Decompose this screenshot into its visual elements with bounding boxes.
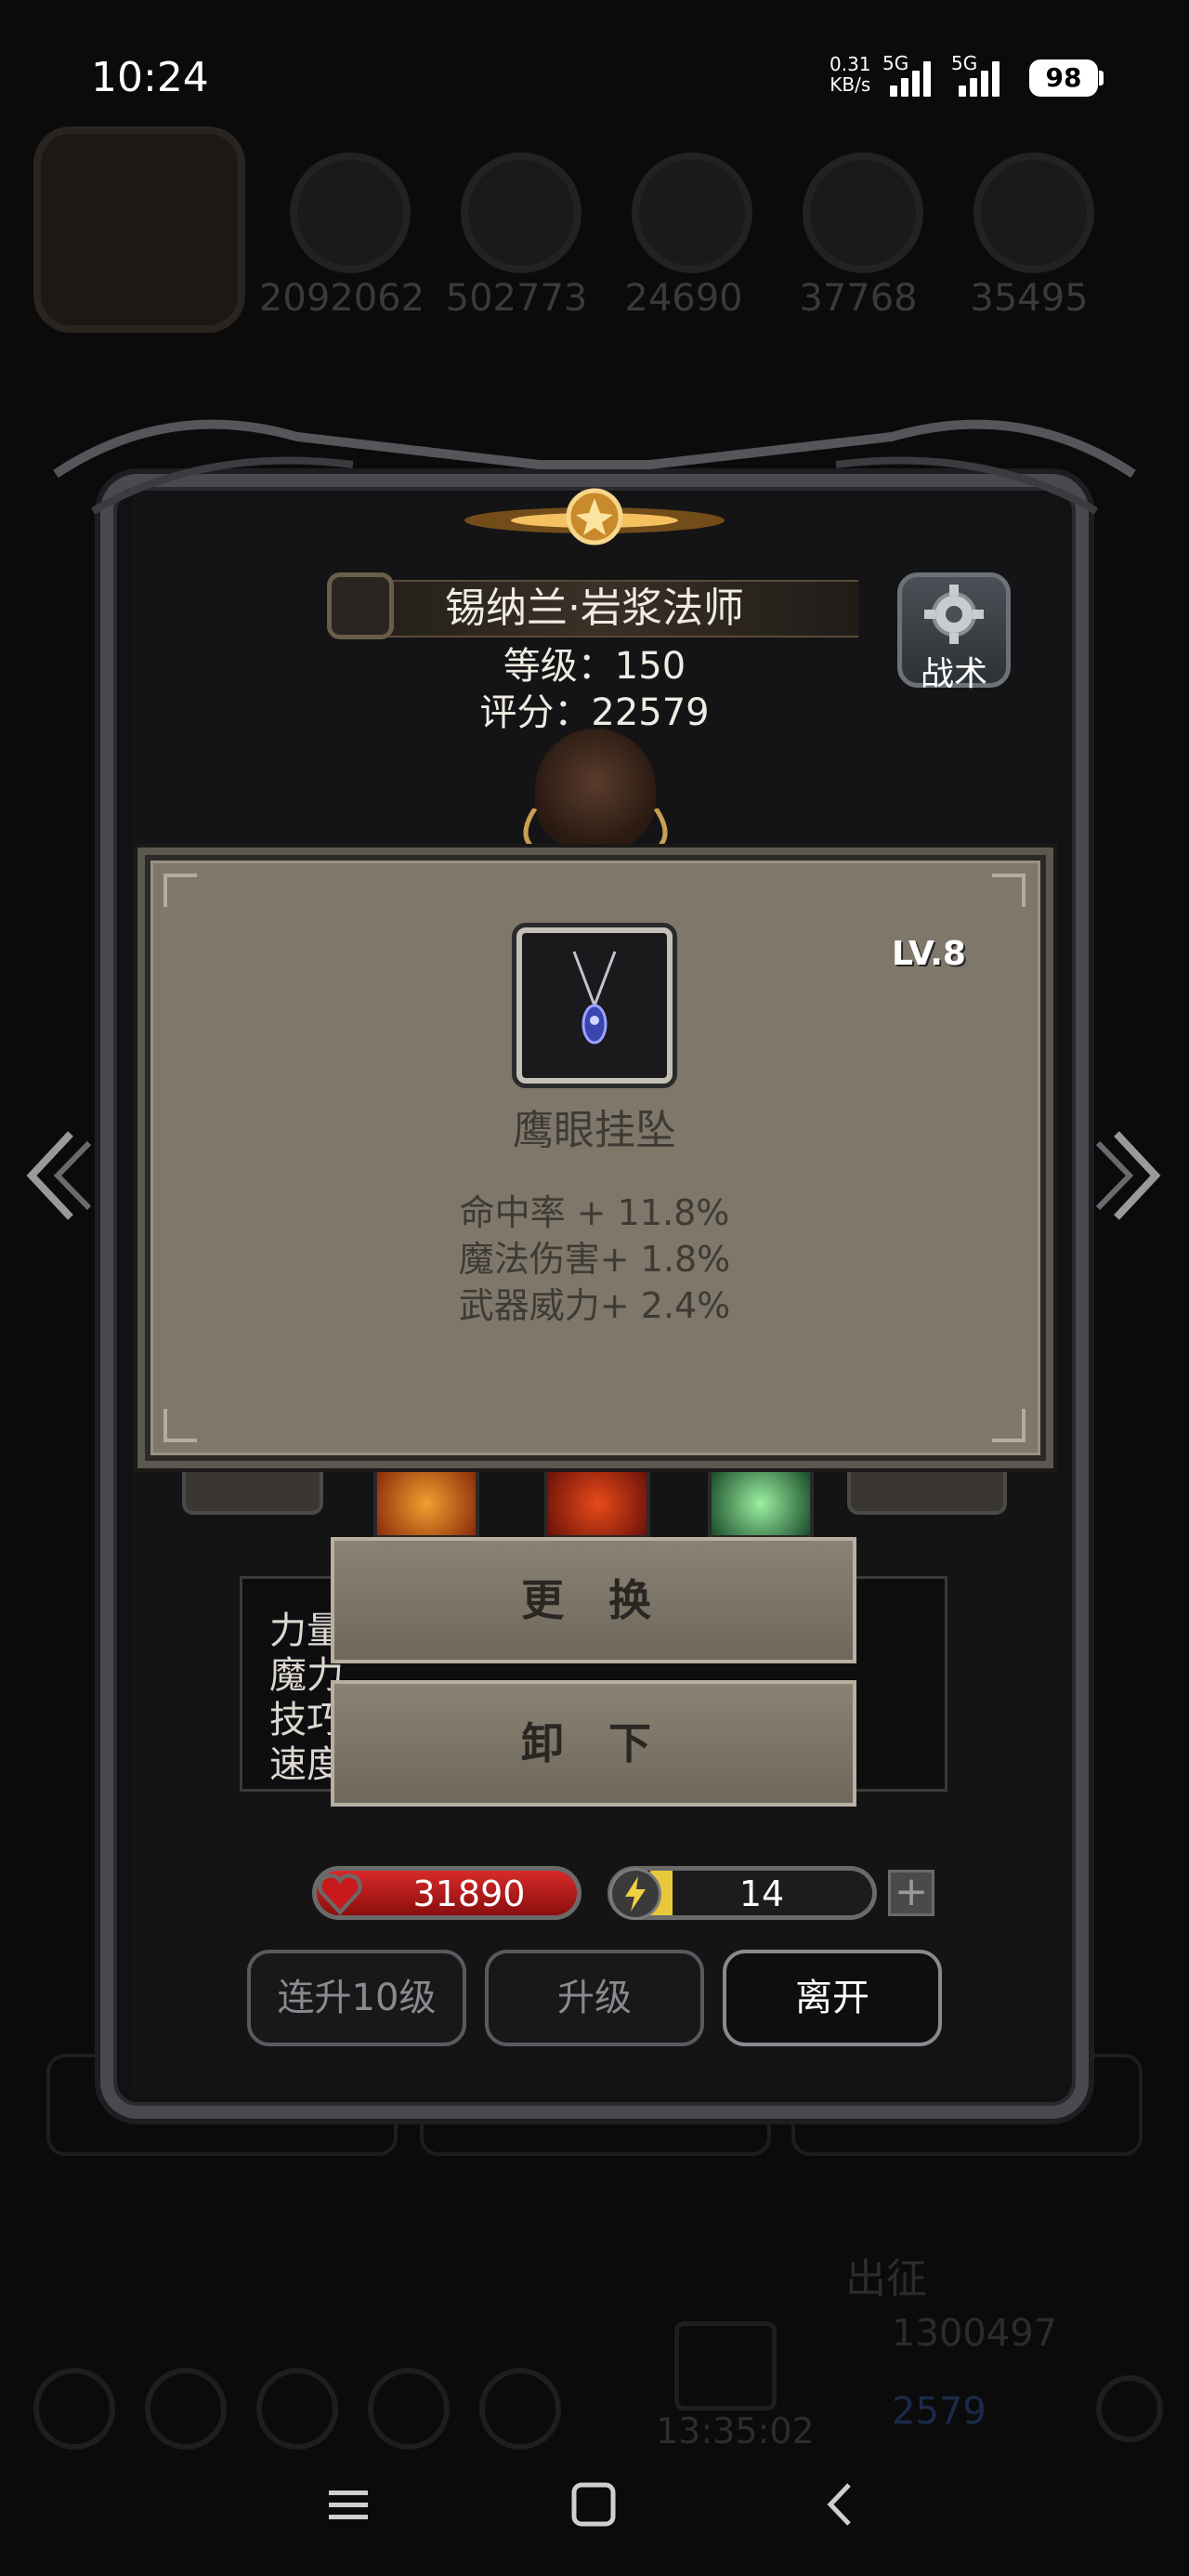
tactics-label: 战术 (920, 655, 987, 693)
resource-icon-3 (632, 152, 752, 273)
popup-corner (163, 874, 197, 907)
hp-value: 31890 (412, 1873, 526, 1914)
expedition-label: 出征 (845, 2255, 927, 2303)
next-hero-arrow-icon[interactable] (1096, 1124, 1170, 1227)
item-icon-frame (516, 927, 673, 1084)
hero-name: 锡纳兰·岩浆法师 (445, 585, 744, 632)
network-speed-value: 0.31 (830, 53, 871, 75)
attribute-side-tab (847, 1461, 1007, 1515)
upgrade-button[interactable]: 升级 (485, 1950, 704, 2046)
add-energy-button[interactable]: + (888, 1870, 934, 1916)
bg-menu-icon-4 (368, 2368, 450, 2450)
resource-count: 37768 (799, 277, 918, 320)
resource-icon-2 (461, 152, 581, 273)
network-speed: 0.31 KB/s (830, 54, 871, 95)
unequip-button[interactable]: 卸 下 (331, 1680, 856, 1807)
item-stat-weapon-power: 武器威力+ 2.4% (458, 1285, 731, 1326)
item-stat-magic-damage: 魔法伤害+ 1.8% (458, 1239, 731, 1280)
bg-menu-icon-2 (145, 2368, 227, 2450)
energy-value: 14 (738, 1873, 785, 1914)
skill-icon-fire-2[interactable] (544, 1468, 650, 1539)
resource-count: 502773 (445, 277, 588, 320)
crest-emblem (464, 488, 725, 545)
bg-menu-icon-3 (256, 2368, 338, 2450)
expedition-gold: 1300497 (892, 2312, 1058, 2355)
expedition-timer: 13:35:02 (656, 2411, 815, 2451)
status-time: 10:24 (91, 54, 209, 101)
popup-corner (992, 1409, 1026, 1442)
menu-icon[interactable] (325, 2481, 372, 2528)
upgrade-10-button[interactable]: 连升10级 (247, 1950, 466, 2046)
battery-indicator: 98 (1029, 59, 1104, 97)
resource-count: 24690 (624, 277, 743, 320)
skill-icon-nature[interactable] (708, 1468, 814, 1539)
home-icon[interactable] (570, 2481, 617, 2528)
heart-icon (318, 1873, 362, 1915)
lightning-icon (609, 1868, 661, 1920)
resource-count: 2092062 (258, 277, 425, 320)
expedition-gem: 2579 (892, 2390, 986, 2433)
previous-hero-arrow-icon[interactable] (17, 1124, 91, 1227)
network-speed-unit: KB/s (830, 73, 871, 96)
resource-icon-4 (803, 152, 923, 273)
signal-icon-2 (959, 58, 1001, 97)
player-portrait[interactable] (33, 126, 245, 333)
replace-button[interactable]: 更 换 (331, 1537, 856, 1663)
bg-menu-icon-1 (33, 2368, 115, 2450)
resource-icon-5 (973, 152, 1094, 273)
unequip-side-tab (182, 1461, 323, 1515)
item-level: LV.8 (892, 935, 966, 973)
signal-icon (890, 58, 933, 97)
gift-box-icon[interactable] (674, 2321, 777, 2411)
leave-button[interactable]: 离开 (723, 1950, 942, 2046)
popup-corner (992, 874, 1026, 907)
resource-count: 35495 (970, 277, 1089, 320)
bg-add-icon (1096, 2375, 1163, 2442)
item-stat-accuracy: 命中率 + 11.8% (459, 1192, 730, 1233)
item-name: 鹰眼挂坠 (513, 1107, 676, 1154)
pendant-icon (572, 951, 617, 1045)
gear-icon (924, 585, 984, 644)
skill-icon-fire-1[interactable] (373, 1468, 479, 1539)
popup-corner (163, 1409, 197, 1442)
bg-menu-icon-5 (479, 2368, 561, 2450)
back-icon[interactable] (817, 2481, 864, 2528)
resource-icon-1 (290, 152, 411, 273)
